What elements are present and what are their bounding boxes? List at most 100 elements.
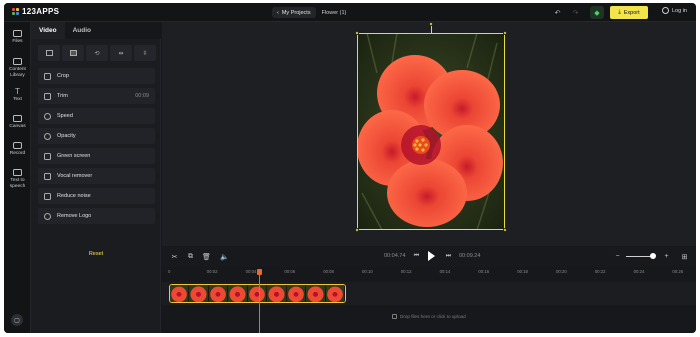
tool-crop[interactable]: Crop	[38, 68, 155, 84]
tool-trim[interactable]: Trim 00:09	[38, 88, 155, 104]
rail-item-content-library[interactable]: Content Library	[4, 58, 31, 78]
tool-speed[interactable]: Speed	[38, 108, 155, 124]
flip-horizontal-button[interactable]: ⇹	[110, 45, 132, 61]
login-button[interactable]: Log in	[662, 7, 687, 14]
clip-thumbnail	[208, 285, 229, 302]
tool-green-screen[interactable]: Green screen	[38, 148, 155, 164]
reset-button[interactable]: Reset	[31, 251, 161, 257]
tool-opacity[interactable]: Opacity	[38, 128, 155, 144]
mute-icon[interactable]: 🔈	[220, 252, 229, 261]
chat-icon: ▢	[14, 317, 20, 324]
playhead-handle[interactable]	[257, 269, 262, 275]
resize-handle-top-right[interactable]	[503, 31, 507, 35]
tab-audio[interactable]: Audio	[65, 22, 99, 39]
rail-item-text-to-speech[interactable]: Text to speech	[4, 169, 31, 189]
remove-logo-icon	[44, 212, 51, 220]
flower-image	[357, 33, 505, 230]
rail-item-text[interactable]: T Text	[4, 88, 31, 103]
fit-timeline-icon[interactable]: ⊞	[680, 252, 689, 261]
zoom-in-icon[interactable]: +	[662, 252, 671, 261]
ruler-tick-label: 0	[168, 269, 171, 274]
skip-back-icon[interactable]: ⏮	[412, 252, 421, 261]
app-logo[interactable]: 123APPS	[12, 7, 59, 16]
record-icon	[13, 142, 22, 149]
ruler-tick-label: 00:08	[323, 269, 334, 274]
video-frame[interactable]	[357, 33, 505, 230]
ruler-tick-label: 00:06	[284, 269, 296, 274]
ruler-tick-label: 00:22	[594, 269, 606, 274]
clip-thumbnail	[306, 285, 326, 302]
tab-video[interactable]: Video	[31, 22, 65, 39]
clip-thumbnail	[189, 285, 209, 302]
time-ruler[interactable]: 0 00:02 00:04 00:06 00:08 00:10 00:12 00:14 00:1…	[162, 267, 696, 279]
skip-forward-icon[interactable]: ⏭	[444, 252, 453, 261]
upload-icon	[392, 314, 397, 319]
speed-icon	[44, 112, 51, 120]
premium-diamond-icon[interactable]: ◆	[590, 6, 604, 19]
rotate-handle[interactable]	[429, 22, 433, 26]
rail-item-canvas[interactable]: Canvas	[4, 115, 31, 130]
fill-button[interactable]	[62, 45, 84, 61]
undo-icon[interactable]: ↶	[552, 7, 563, 18]
fit-icon	[45, 50, 53, 56]
video-clip[interactable]	[169, 284, 346, 303]
canvas-icon	[13, 115, 22, 122]
duplicate-icon[interactable]: ⧉	[186, 252, 195, 261]
ruler-tick-label: 00:10	[362, 269, 373, 274]
rotate-icon: ⟲	[94, 50, 100, 57]
clip-thumbnail	[325, 285, 345, 302]
my-projects-button[interactable]: ‹ My Projects	[272, 7, 316, 18]
tool-label: Crop	[57, 73, 69, 79]
current-time: 00:04.74	[384, 253, 406, 259]
video-editor-app: 123APPS ‹ My Projects Flower (1) ↶ ↷ ◆ ⤓…	[4, 3, 696, 333]
left-rail: Files Content Library T Text Canvas Reco…	[4, 22, 31, 333]
rail-label: Text to speech	[9, 178, 26, 189]
rail-label: Files	[12, 39, 23, 44]
redo-icon[interactable]: ↷	[570, 7, 581, 18]
play-icon[interactable]	[428, 251, 435, 261]
zoom-out-icon[interactable]: −	[613, 252, 622, 261]
project-title[interactable]: Flower (1)	[322, 10, 347, 16]
flip-vertical-icon: ⇳	[142, 50, 148, 57]
rail-label: Text	[13, 97, 22, 102]
flip-horizontal-icon: ⇹	[118, 50, 124, 57]
my-projects-label: My Projects	[281, 9, 311, 16]
resize-handle-bottom-right[interactable]	[503, 228, 507, 232]
ruler-tick-label: 00:16	[478, 269, 490, 274]
rail-label: Record	[9, 151, 26, 156]
ruler-tick-label: 00:02	[206, 269, 218, 274]
delete-icon[interactable]: 🗑	[202, 252, 211, 261]
top-bar: 123APPS ‹ My Projects Flower (1) ↶ ↷ ◆ ⤓…	[4, 3, 696, 22]
ruler-tick-label: 00:18	[517, 269, 528, 274]
reduce-noise-icon	[44, 192, 51, 200]
playhead[interactable]	[259, 270, 260, 333]
split-icon[interactable]: ✂	[170, 252, 179, 261]
tool-label: Green screen	[57, 153, 91, 159]
fit-button[interactable]	[38, 45, 60, 61]
rail-item-record[interactable]: Record	[4, 142, 31, 157]
clip-thumbnail	[247, 285, 268, 302]
rotate-button[interactable]: ⟲	[86, 45, 108, 61]
zoom-slider-knob[interactable]	[650, 253, 656, 259]
upload-drop-zone[interactable]: Drop files here or click to upload	[392, 314, 466, 319]
tool-label: Speed	[57, 113, 73, 119]
ruler-tick-label: 00:20	[556, 269, 567, 274]
fill-icon	[69, 50, 77, 56]
tool-remove-logo[interactable]: Remove Logo	[38, 208, 155, 224]
clip-thumbnail	[286, 285, 307, 302]
tool-label: Opacity	[57, 133, 76, 139]
rail-label: Content Library	[9, 67, 26, 78]
rail-item-files[interactable]: Files	[4, 30, 31, 45]
export-button[interactable]: ⤓ Export	[610, 6, 648, 19]
resize-handle-bottom-left[interactable]	[355, 228, 359, 232]
chat-support-button[interactable]: ▢	[11, 314, 23, 326]
clip-thumbnail	[228, 285, 248, 302]
flip-vertical-button[interactable]: ⇳	[134, 45, 156, 61]
tools-panel: Video Audio ⟲ ⇹ ⇳ Crop Trim 00:09 Speed …	[31, 22, 161, 333]
chevron-left-icon: ‹	[277, 9, 279, 16]
tool-label: Remove Logo	[57, 213, 92, 219]
tool-vocal-remover[interactable]: Vocal remover	[38, 168, 155, 184]
tool-reduce-noise[interactable]: Reduce noise	[38, 188, 155, 204]
ruler-tick-label: 00:24	[633, 269, 645, 274]
resize-handle-top-left[interactable]	[355, 31, 359, 35]
